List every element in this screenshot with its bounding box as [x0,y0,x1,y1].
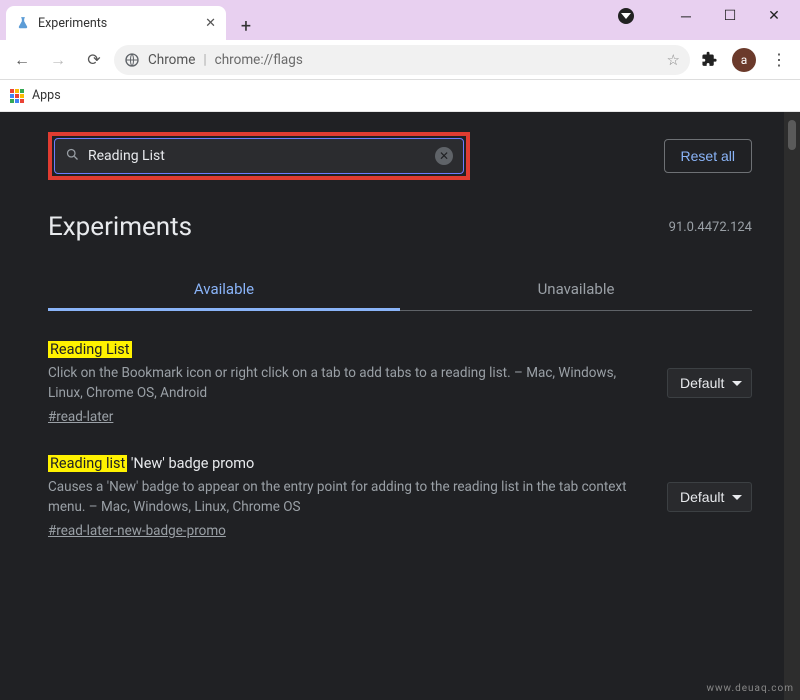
search-highlight-box: Reading List ✕ [48,132,470,180]
apps-label[interactable]: Apps [32,88,61,103]
site-info-icon[interactable] [124,52,140,68]
flag-description: Click on the Bookmark icon or right clic… [48,364,647,403]
browser-tab[interactable]: Experiments ✕ [6,6,226,40]
bookmark-star-icon[interactable]: ☆ [667,51,680,69]
profile-avatar[interactable]: a [732,48,756,72]
flag-dropdown[interactable]: Default [667,482,752,512]
window-minimize-button[interactable]: ─ [664,1,708,31]
reload-button[interactable]: ⟳ [78,44,110,76]
bookmarks-bar: Apps [0,80,800,112]
flags-tabs: Available Unavailable [48,270,752,311]
flag-anchor-link[interactable]: #read-later-new-badge-promo [48,523,226,539]
extensions-icon[interactable] [694,51,724,68]
page-content: Reading List ✕ Reset all Experiments 91.… [0,112,800,700]
window-maximize-button[interactable]: ☐ [708,1,752,31]
flag-title-highlight: Reading list [48,455,127,472]
tab-available[interactable]: Available [48,270,400,311]
back-button[interactable]: ← [6,44,38,76]
apps-icon[interactable] [10,89,24,103]
flask-icon [16,16,30,30]
clear-search-icon[interactable]: ✕ [435,147,453,165]
browser-toolbar: ← → ⟳ Chrome | chrome://flags ☆ a ⋮ [0,40,800,80]
new-tab-button[interactable]: + [232,12,260,40]
flag-anchor-link[interactable]: #read-later [48,409,113,425]
forward-button[interactable]: → [42,44,74,76]
watermark: www.deuaq.com [707,683,795,694]
flag-title: Reading List [48,341,647,358]
flag-description: Causes a 'New' badge to appear on the en… [48,478,647,517]
scrollbar[interactable] [784,112,800,700]
address-url: chrome://flags [215,52,303,68]
flag-item: Reading list 'New' badge promo Causes a … [48,455,752,539]
search-icon [65,147,80,166]
flag-title: Reading list 'New' badge promo [48,455,647,472]
chrome-version: 91.0.4472.124 [669,220,752,235]
tab-title: Experiments [38,16,107,31]
flag-item: Reading List Click on the Bookmark icon … [48,341,752,425]
window-close-button[interactable]: ✕ [752,1,796,31]
address-bar[interactable]: Chrome | chrome://flags ☆ [114,45,690,75]
flag-title-highlight: Reading List [48,341,132,358]
address-prefix: Chrome [148,52,195,68]
flag-dropdown[interactable]: Default [667,368,752,398]
search-value: Reading List [88,148,165,164]
tab-strip: Experiments ✕ + [6,6,260,40]
tab-unavailable[interactable]: Unavailable [400,270,752,310]
page-title: Experiments [48,212,752,242]
browser-menu-icon[interactable]: ⋮ [764,50,794,69]
tab-close-icon[interactable]: ✕ [205,16,216,31]
reset-all-button[interactable]: Reset all [664,139,752,173]
scrollbar-thumb[interactable] [788,120,796,150]
incognito-indicator-icon [618,8,634,24]
flags-search-input[interactable]: Reading List ✕ [54,138,464,174]
address-separator: | [203,52,206,68]
